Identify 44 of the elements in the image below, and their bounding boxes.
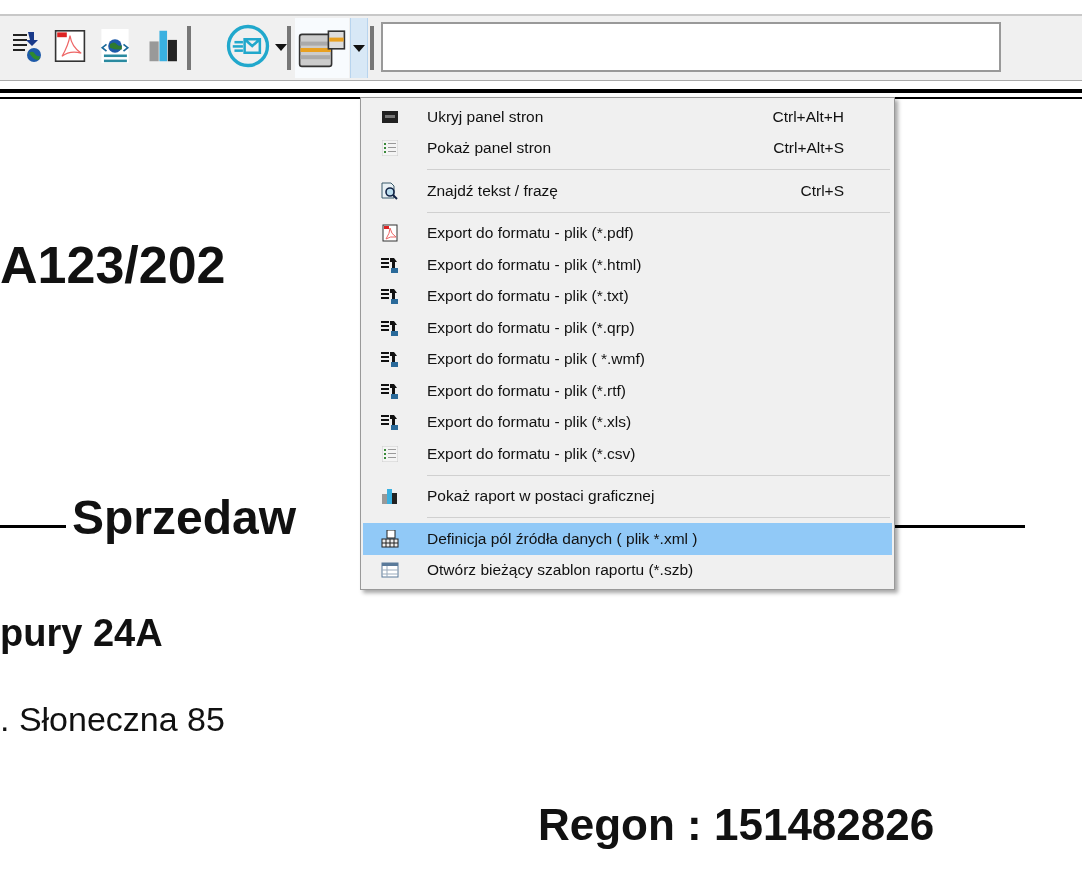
bar-chart-icon xyxy=(382,488,398,505)
export-icon xyxy=(381,350,399,369)
dropdown-button[interactable] xyxy=(350,18,368,78)
menu-item[interactable]: Export do formatu - plik ( *.wmf) xyxy=(363,343,892,375)
pdf-icon xyxy=(382,224,398,243)
export-icon xyxy=(381,318,399,337)
list-icon xyxy=(382,445,398,462)
menu-item[interactable]: Pokaż panel stron Ctrl+Alt+S xyxy=(363,132,892,164)
html-icon[interactable] xyxy=(98,26,132,66)
menu-item[interactable]: Export do formatu - plik (*.rtf) xyxy=(363,375,892,407)
shortcut-text: Ctrl+Alt+H xyxy=(772,107,844,126)
export-icon xyxy=(381,287,399,306)
document-text: Sprzedaw xyxy=(72,490,297,545)
table-icon xyxy=(381,562,399,579)
menu-item[interactable]: Definicja pól źródła danych ( plik *.xml ) xyxy=(363,523,892,555)
menu-item[interactable]: Export do formatu - plik (*.qrp) xyxy=(363,312,892,344)
template-button[interactable] xyxy=(295,18,349,78)
search-icon xyxy=(381,181,399,200)
export-icon xyxy=(381,255,399,274)
export-icon xyxy=(381,381,399,400)
menu-item[interactable]: Export do formatu - plik (*.xls) xyxy=(363,406,892,438)
list-icon xyxy=(382,140,398,157)
document-text: . Słoneczna 85 xyxy=(0,700,225,739)
shortcut-text: Ctrl+S xyxy=(800,181,844,200)
menu-item[interactable]: Export do formatu - plik (*.txt) xyxy=(363,280,892,312)
menu-item[interactable]: Export do formatu - plik (*.csv) xyxy=(363,438,892,470)
shortcut-text: Ctrl+Alt+S xyxy=(773,139,844,158)
caret-icon[interactable] xyxy=(275,44,287,51)
document-text: Regon : 151482826 xyxy=(538,800,935,850)
menu-item[interactable]: Export do formatu - plik (*.pdf) xyxy=(363,217,892,249)
menu-item[interactable]: Otwórz bieżący szablon raportu (*.szb) xyxy=(363,554,892,586)
document-text: A123/202 xyxy=(0,235,226,295)
panel-icon xyxy=(382,109,398,124)
bar-chart-icon[interactable] xyxy=(148,28,180,64)
menu-item[interactable]: Ukryj panel stron Ctrl+Alt+H xyxy=(363,101,892,133)
document-text: pury 24A xyxy=(0,612,163,655)
caret-icon xyxy=(353,44,365,52)
export-icon xyxy=(381,413,399,432)
template-icon xyxy=(298,28,346,68)
menu-item[interactable]: Pokaż raport w postaci graficznej xyxy=(363,480,892,512)
menu-item[interactable]: Znajdź tekst / frazę Ctrl+S xyxy=(363,175,892,207)
menu-item[interactable]: Export do formatu - plik (*.html) xyxy=(363,249,892,281)
grid-icon xyxy=(381,529,399,548)
input-field[interactable] xyxy=(381,22,1001,72)
